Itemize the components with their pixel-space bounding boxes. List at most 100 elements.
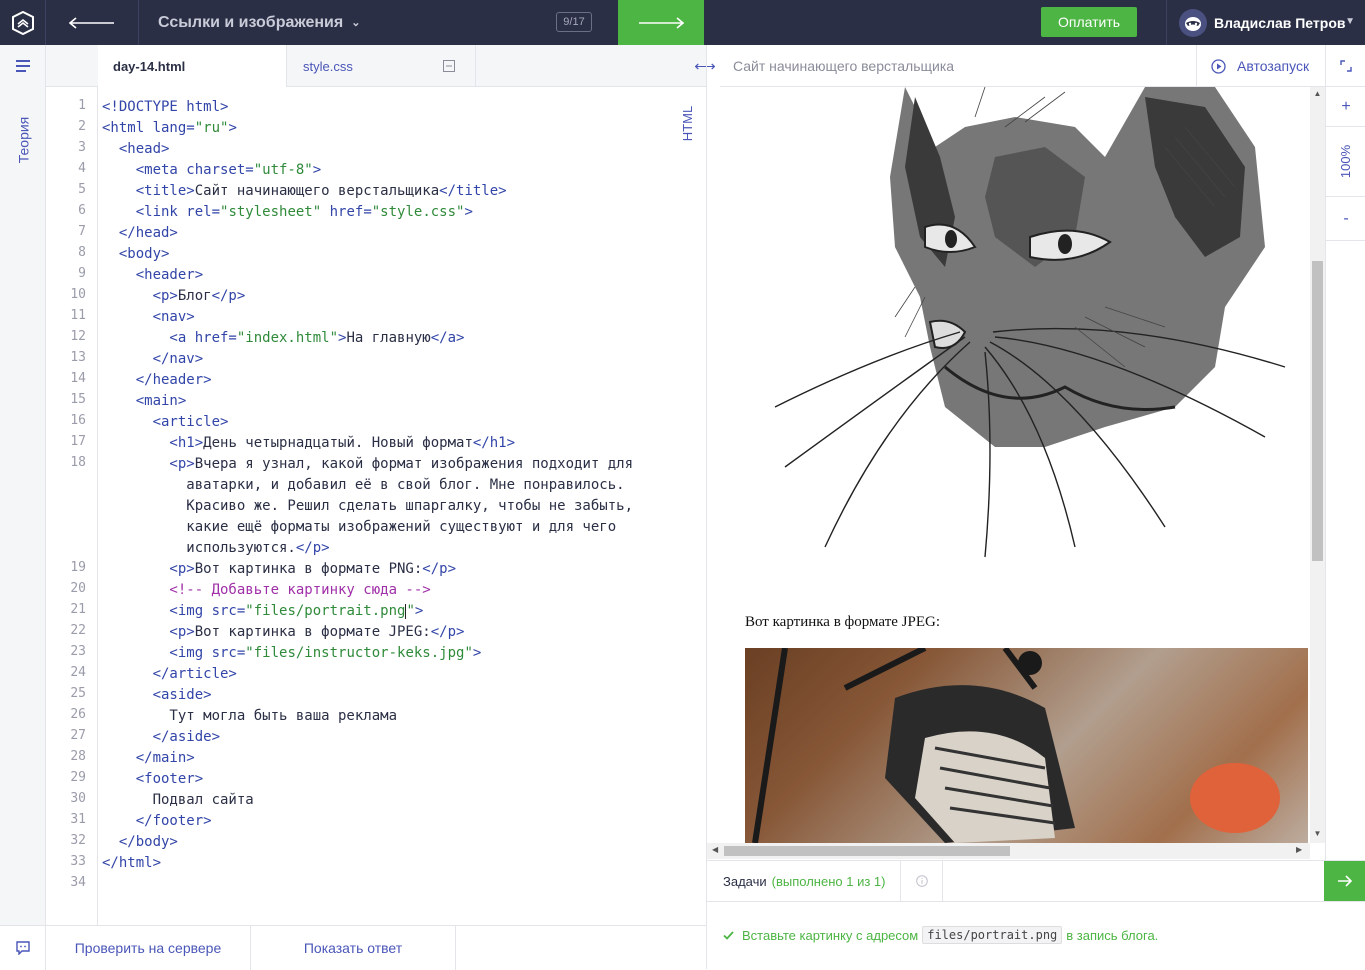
horizontal-resize-icon: ⟷ — [694, 58, 716, 75]
zoom-level: 100% — [1326, 127, 1365, 197]
editor-bottom-bar: Проверить на сервере Показать ответ — [0, 925, 707, 970]
tasks-tab[interactable]: Задачи (выполнено 1 из 1) — [707, 861, 901, 901]
code-line: используются.</p> — [102, 540, 330, 556]
avatar — [1179, 8, 1207, 37]
logo[interactable] — [0, 0, 46, 45]
code-editor[interactable]: 1 2 3 4 5 6 7 8 9 10 11 12 13 14 15 16 1… — [46, 87, 707, 925]
arrow-right-icon — [1337, 875, 1352, 887]
line-number: 33 — [70, 854, 86, 869]
code-line: </body> — [102, 834, 178, 850]
next-task-button[interactable] — [1324, 861, 1365, 901]
zoom-in-button[interactable]: + — [1326, 87, 1365, 127]
code-text[interactable]: <!DOCTYPE html> <html lang="ru"> <head> … — [102, 87, 692, 925]
line-number: 2 — [78, 119, 86, 134]
code-line: <meta charset="utf-8"> — [102, 162, 322, 178]
code-line: </footer> — [102, 813, 212, 829]
code-line: <nav> — [102, 309, 195, 325]
info-icon[interactable] — [901, 861, 943, 901]
task-text-suffix: в запись блога. — [1066, 927, 1159, 943]
line-number: 13 — [70, 350, 86, 365]
code-line: <aside> — [102, 687, 212, 703]
resize-handle[interactable]: ⟷ — [690, 45, 720, 87]
preview-title: Сайт начинающего верстальщика — [733, 58, 955, 74]
feedback-button[interactable] — [0, 926, 46, 970]
menu-icon[interactable] — [16, 59, 30, 75]
tab-day-14-html[interactable]: day-14.html — [98, 45, 287, 87]
arrow-right-icon — [639, 16, 684, 29]
line-number: 6 — [78, 203, 86, 218]
line-number: 32 — [70, 833, 86, 848]
chevron-down-icon: ⌄ — [351, 17, 361, 29]
line-number: 18 — [70, 455, 86, 470]
code-line: <article> — [102, 414, 229, 430]
pay-button[interactable]: Оплатить — [1041, 7, 1137, 37]
line-number: 7 — [78, 224, 86, 239]
line-number: 4 — [78, 161, 86, 176]
user-menu[interactable]: Владислав Петров ▼ — [1166, 0, 1365, 45]
collapse-panel-icon[interactable] — [443, 60, 455, 72]
code-line: <p>Блог</p> — [102, 288, 246, 304]
code-line: Подвал сайта — [102, 792, 254, 808]
task-text-prefix: Вставьте картинку с адресом — [742, 927, 919, 943]
scroll-right-icon[interactable]: ▶ — [1296, 845, 1302, 854]
preview-header: Сайт начинающего верстальщика Автозапуск — [720, 45, 1325, 87]
code-line: Красиво же. Решил сделать шпаргалку, что… — [102, 498, 634, 514]
theory-toggle[interactable]: Теория — [6, 105, 40, 175]
code-line: аватарки, и добавил её в свой блог. Мне … — [102, 477, 625, 493]
line-number: 27 — [70, 728, 86, 743]
line-number: 24 — [70, 665, 86, 680]
autorun-toggle[interactable]: Автозапуск — [1196, 45, 1325, 87]
scroll-down-icon[interactable]: ▼ — [1310, 829, 1325, 838]
show-answer-button[interactable]: Показать ответ — [251, 926, 456, 970]
expand-button[interactable] — [1326, 45, 1365, 87]
instructor-photo — [745, 648, 1308, 843]
editor-tabs: day-14.html style.css — [46, 45, 707, 87]
autorun-label: Автозапуск — [1237, 58, 1310, 74]
code-line: </main> — [102, 750, 195, 766]
code-line: <h1>День четырнадцатый. Новый формат</h1… — [102, 435, 516, 451]
lesson-dropdown[interactable]: Ссылки и изображения ⌄ — [158, 0, 360, 45]
preview-frame[interactable]: Вот картинка в формате JPEG: — [720, 87, 1310, 843]
code-line: </header> — [102, 372, 212, 388]
back-button[interactable] — [46, 0, 139, 45]
code-line: <!DOCTYPE html> — [102, 99, 229, 115]
scroll-thumb[interactable] — [1312, 261, 1323, 561]
plus-icon: + — [1341, 97, 1351, 115]
code-line: <header> — [102, 267, 204, 283]
line-number: 8 — [78, 245, 86, 260]
code-line: <p>Вот картинка в формате JPEG:</p> — [102, 624, 465, 640]
next-step-button[interactable] — [618, 0, 704, 45]
code-line: <head> — [102, 141, 170, 157]
code-line: </html> — [102, 855, 162, 871]
line-number: 23 — [70, 644, 86, 659]
tab-label: style.css — [303, 58, 353, 74]
tab-style-css[interactable]: style.css — [287, 45, 476, 87]
minus-icon: - — [1343, 209, 1349, 227]
code-line: <p>Вот картинка в формате PNG:</p> — [102, 561, 457, 577]
code-line: <!-- Добавьте картинку сюда --> — [102, 582, 431, 598]
scroll-thumb[interactable] — [724, 846, 1010, 856]
raccoon-icon — [1185, 16, 1201, 31]
check-on-server-button[interactable]: Проверить на сервере — [46, 926, 251, 970]
scroll-up-icon[interactable]: ▲ — [1310, 89, 1325, 98]
caret-down-icon: ▼ — [1345, 16, 1355, 27]
tasks-label: Задачи — [723, 873, 767, 889]
preview-horizontal-scrollbar[interactable]: ◀ ▶ — [707, 843, 1310, 859]
line-number: 19 — [70, 560, 86, 575]
line-number: 20 — [70, 581, 86, 596]
code-line: <footer> — [102, 771, 204, 787]
preview-vertical-scrollbar[interactable]: ▲ ▼ — [1310, 87, 1325, 843]
code-line: <img src="files/portrait.png"> — [102, 603, 424, 619]
code-line: <main> — [102, 393, 187, 409]
task-item: Вставьте картинку с адресом files/portra… — [723, 926, 1158, 944]
scroll-left-icon[interactable]: ◀ — [712, 845, 718, 854]
line-number: 1 — [78, 98, 86, 113]
zoom-out-button[interactable]: - — [1326, 197, 1365, 241]
line-number: 26 — [70, 707, 86, 722]
line-number: 10 — [70, 287, 86, 302]
pane-divider[interactable] — [706, 45, 707, 969]
code-line: <img src="files/instructor-keks.jpg"> — [102, 645, 482, 661]
expand-icon — [1340, 59, 1352, 72]
left-rail: Теория — [0, 45, 46, 925]
code-line: </head> — [102, 225, 178, 241]
